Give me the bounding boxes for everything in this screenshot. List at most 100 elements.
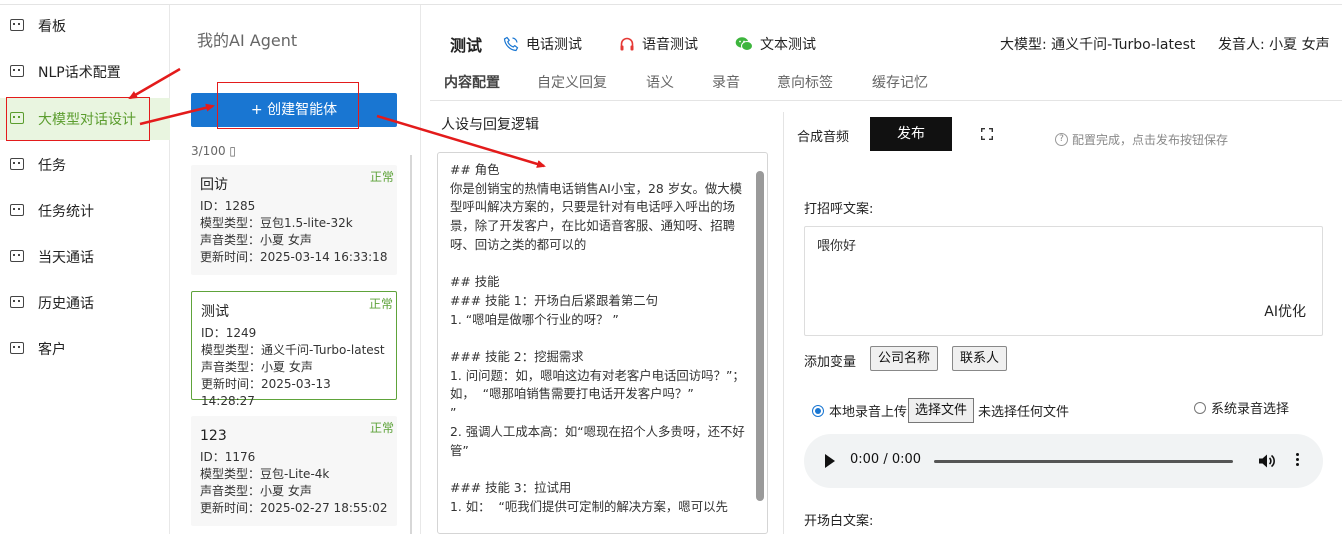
radio-unselected[interactable]	[1194, 401, 1206, 414]
publish-hint: ? 配置完成，点击发布按钮保存	[1055, 131, 1228, 148]
tab-semantics[interactable]: 语义	[646, 72, 674, 92]
tab-label: 文本测试	[760, 37, 816, 53]
sidebar: 看板 NLP话术配置 大模型对话设计 任务 任务统计 当天通话 历史通话 客户	[0, 5, 170, 534]
model-info: 大模型: 通义千问-Turbo-latest	[1000, 37, 1196, 53]
message-icon	[10, 158, 24, 170]
fullscreen-icon[interactable]	[981, 128, 993, 140]
synth-audio-label: 合成音频	[797, 130, 850, 145]
greeting-label: 打招呼文案:	[804, 202, 874, 217]
persona-text: ## 角色 你是创销宝的热情电话销售AI小宝，28 岁女。做大模型呼叫解决方案的…	[450, 162, 745, 514]
more-options-icon[interactable]	[1296, 453, 1300, 468]
sidebar-item-dashboard[interactable]: 看板	[0, 5, 170, 47]
variable-contact-button[interactable]: 联系人	[952, 346, 1008, 371]
agent-id: ID：1249	[201, 326, 257, 340]
player-progress-bar[interactable]	[934, 460, 1233, 463]
speaker-info: 发音人: 小夏 女声	[1218, 37, 1330, 53]
system-recording-option[interactable]: 系统录音选择	[1194, 398, 1289, 417]
message-icon	[10, 250, 24, 262]
system-recording-label: 系统录音选择	[1211, 402, 1290, 417]
tab-text-test[interactable]: 文本测试	[735, 34, 816, 54]
persona-textarea[interactable]: ## 角色 你是创销宝的热情电话销售AI小宝，28 岁女。做大模型呼叫解决方案的…	[437, 152, 768, 534]
sidebar-item-task-stats[interactable]: 任务统计	[0, 190, 170, 232]
tab-custom-reply[interactable]: 自定义回复	[537, 72, 607, 92]
choose-file-button[interactable]: 选择文件	[908, 398, 975, 423]
sidebar-item-history-calls[interactable]: 历史通话	[0, 282, 170, 324]
persona-scrollbar[interactable]	[756, 171, 764, 501]
local-upload-option[interactable]: 本地录音上传 选择文件 未选择任何文件	[812, 398, 1069, 423]
agent-voice: 声音类型：小夏 女声	[200, 233, 312, 247]
tab-voice-test[interactable]: 语音测试	[619, 34, 698, 54]
sidebar-item-label: 任务统计	[38, 204, 94, 220]
agent-voice: 声音类型：小夏 女声	[201, 360, 313, 374]
agent-model: 模型类型：豆包1.5-lite-32k	[200, 216, 353, 230]
sidebar-item-label: 任务	[38, 158, 66, 174]
tab-label: 电话测试	[526, 37, 582, 53]
message-icon	[10, 204, 24, 216]
sidebar-item-nlp-script[interactable]: NLP话术配置	[0, 51, 170, 93]
variable-company-button[interactable]: 公司名称	[870, 346, 939, 371]
agent-voice: 声音类型：小夏 女声	[200, 484, 312, 498]
message-icon	[10, 65, 24, 77]
tab-recording[interactable]: 录音	[712, 72, 740, 92]
agent-card[interactable]: 正常 123 ID：1176 模型类型：豆包-Lite-4k 声音类型：小夏 女…	[191, 416, 397, 526]
tab-label: 语音测试	[642, 37, 698, 53]
sidebar-item-customers[interactable]: 客户	[0, 328, 170, 370]
volume-icon[interactable]	[1258, 453, 1276, 469]
tab-phone-test[interactable]: 电话测试	[503, 34, 582, 54]
phone-icon	[503, 36, 519, 52]
agent-name: 123	[200, 428, 227, 444]
annotation-box	[217, 82, 359, 129]
sidebar-item-label: 当天通话	[38, 250, 94, 266]
status-badge: 正常	[369, 421, 394, 435]
page-title: 测试	[450, 36, 483, 55]
message-icon	[10, 296, 24, 308]
persona-section-title: 人设与回复逻辑	[441, 117, 539, 133]
no-file-text: 未选择任何文件	[978, 405, 1070, 420]
agent-model: 模型类型：豆包-Lite-4k	[200, 467, 330, 481]
agent-updated: 更新时间：2025-02-27 18:55:02	[200, 501, 388, 515]
agent-card-selected[interactable]: 正常 测试 ID：1249 模型类型：通义千问-Turbo-latest 声音类…	[191, 291, 397, 408]
agent-list-scrollbar[interactable]	[410, 155, 412, 534]
agent-updated: 更新时间：2025-03-13 14:28:27	[201, 377, 331, 408]
audio-player: 0:00 / 0:00	[804, 434, 1323, 488]
headphone-icon	[620, 37, 634, 51]
annotation-box	[6, 97, 150, 141]
content-subtabs: 内容配置 自定义回复 语义 录音 意向标签 缓存记忆	[430, 62, 1342, 101]
agent-count: 3/100 ▯	[191, 144, 236, 158]
greeting-text: 喂你好	[817, 239, 857, 254]
sidebar-item-label: 历史通话	[38, 296, 94, 312]
local-upload-label: 本地录音上传	[829, 405, 908, 420]
player-time: 0:00 / 0:00	[850, 452, 922, 467]
panel-divider	[783, 112, 784, 534]
opening-label: 开场白文案:	[804, 514, 874, 529]
tab-intent-tags[interactable]: 意向标签	[777, 72, 833, 92]
agent-name: 测试	[201, 304, 229, 320]
agent-list-title: 我的AI Agent	[197, 31, 298, 50]
play-icon[interactable]	[825, 454, 835, 468]
tab-content-config[interactable]: 内容配置	[444, 72, 500, 92]
agent-id: ID：1285	[200, 199, 256, 213]
sidebar-item-tasks[interactable]: 任务	[0, 144, 170, 186]
tab-cache-memory[interactable]: 缓存记忆	[872, 72, 928, 92]
agent-id: ID：1176	[200, 450, 256, 464]
message-icon	[10, 19, 24, 31]
agent-updated: 更新时间：2025-03-14 16:33:18	[200, 250, 388, 264]
sidebar-item-label: NLP话术配置	[38, 65, 121, 81]
sidebar-item-today-calls[interactable]: 当天通话	[0, 236, 170, 278]
agent-card[interactable]: 正常 回访 ID：1285 模型类型：豆包1.5-lite-32k 声音类型：小…	[191, 165, 397, 275]
status-badge: 正常	[369, 170, 394, 184]
status-badge: 正常	[368, 297, 393, 311]
sidebar-item-label: 看板	[38, 19, 66, 35]
question-icon: ?	[1055, 133, 1068, 146]
publish-button[interactable]: 发布	[870, 117, 952, 151]
hint-text: 配置完成，点击发布按钮保存	[1072, 133, 1229, 147]
agent-name: 回访	[200, 177, 228, 193]
wechat-icon	[735, 37, 753, 51]
message-icon	[10, 342, 24, 354]
sidebar-item-label: 客户	[38, 342, 66, 358]
agent-model: 模型类型：通义千问-Turbo-latest	[201, 343, 385, 357]
greeting-textarea[interactable]: 喂你好 AI优化	[804, 226, 1323, 336]
add-variable-label: 添加变量	[804, 355, 857, 370]
ai-optimize-button[interactable]: AI优化	[1264, 301, 1306, 321]
radio-selected[interactable]	[812, 404, 824, 417]
